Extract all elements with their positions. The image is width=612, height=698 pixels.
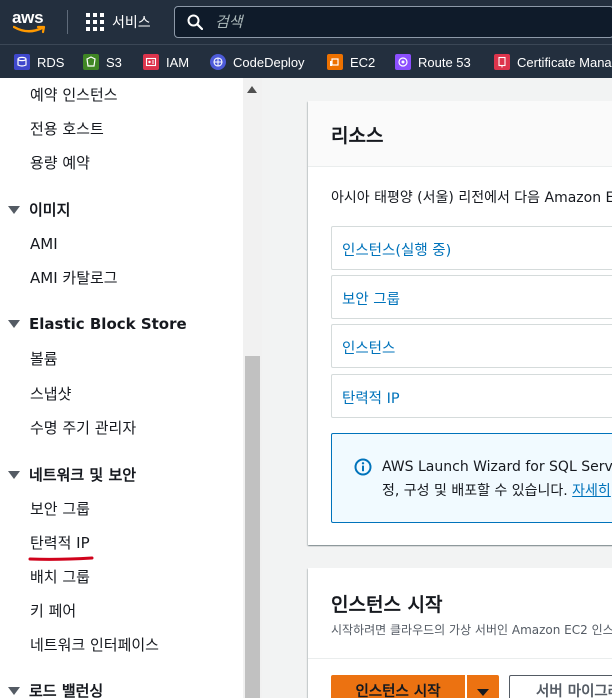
sidebar-scrollbar[interactable] [243, 78, 262, 698]
caret-down-icon [8, 470, 20, 479]
favorite-codedeploy[interactable]: CodeDeploy [210, 53, 305, 71]
favorite-iam[interactable]: IAM [143, 53, 189, 71]
rds-icon [14, 54, 30, 70]
sidebar-item-key-pairs[interactable]: 키 페어 [30, 600, 76, 621]
favorite-s3[interactable]: S3 [83, 53, 122, 71]
acm-icon [494, 54, 510, 70]
route53-icon [395, 54, 411, 70]
resources-description: 아시아 태평양 (서울) 리전에서 다음 Amazon EC2 리소스를 사용하… [331, 190, 612, 206]
search-input[interactable] [215, 11, 595, 33]
scrollbar-thumb[interactable] [245, 356, 260, 698]
favorite-rds[interactable]: RDS [14, 53, 64, 71]
codedeploy-icon [210, 54, 226, 70]
main-content: 리소스 아시아 태평양 (서울) 리전에서 다음 Amazon EC2 리소스를… [262, 78, 612, 698]
info-alert-text: AWS Launch Wizard for SQL Server를 사용하면 [382, 459, 612, 475]
caret-down-icon [8, 205, 20, 214]
sidebar-item-ami-catalog[interactable]: AMI 카탈로그 [30, 267, 118, 288]
search-icon [187, 14, 203, 30]
resource-link-running-instances[interactable]: 인스턴스(실행 중) [342, 239, 451, 260]
launch-instance-title: 인스턴스 시작 [331, 594, 443, 616]
favorite-certificate-manager[interactable]: Certificate Manager [494, 53, 612, 71]
sidebar-item-lifecycle-manager[interactable]: 수명 주기 관리자 [30, 417, 136, 438]
info-alert: AWS Launch Wizard for SQL Server를 사용하면 정… [331, 433, 612, 523]
sidebar-item-placement-groups[interactable]: 배치 그룹 [30, 566, 90, 587]
resources-panel-header: 리소스 [308, 101, 612, 167]
caret-down-icon [8, 320, 20, 328]
caret-down-icon [477, 689, 489, 696]
info-alert-text-2: 정, 구성 및 배포할 수 있습니다. 자세히 [382, 483, 611, 499]
sidebar-navigation: 예약 인스턴스 전용 호스트 용량 예약 이미지 AMI AMI 카탈로그 El… [0, 78, 262, 698]
resource-box-running-instances: 인스턴스(실행 중) [331, 226, 612, 270]
resource-box-instances: 인스턴스 [331, 324, 612, 368]
launch-instance-button[interactable]: 인스턴스 시작 [331, 675, 465, 698]
s3-icon [83, 54, 99, 70]
launch-instance-description: 시작하려면 클라우드의 가상 서버인 Amazon EC2 인스턴스를 시작하세… [331, 623, 612, 637]
nav-divider [67, 10, 68, 34]
resource-link-instances[interactable]: 인스턴스 [342, 337, 395, 358]
sidebar-section-ebs[interactable]: Elastic Block Store [8, 315, 187, 333]
top-navigation: aws 서비스 [0, 0, 612, 44]
favorites-bar: RDS S3 IAM CodeDeploy EC2 Route 53 Certi… [0, 44, 612, 78]
sidebar-item-capacity-reservations[interactable]: 용량 예약 [30, 152, 90, 173]
resource-link-security-groups[interactable]: 보안 그룹 [342, 288, 400, 309]
info-icon [354, 458, 372, 476]
sidebar-item-security-groups[interactable]: 보안 그룹 [30, 498, 90, 519]
info-learn-more-link[interactable]: 자세히 [572, 483, 611, 499]
aws-logo[interactable]: aws [12, 8, 52, 36]
favorite-ec2[interactable]: EC2 [327, 53, 375, 71]
resource-box-security-groups: 보안 그룹 [331, 275, 612, 319]
scroll-up-arrow-icon[interactable] [247, 86, 257, 93]
launch-instance-dropdown-button[interactable] [467, 675, 499, 698]
sidebar-item-dedicated-hosts[interactable]: 전용 호스트 [30, 118, 104, 139]
resource-box-elastic-ips: 탄력적 IP [331, 374, 612, 418]
sidebar-section-load-balancing[interactable]: 로드 밸런싱 [8, 680, 103, 698]
services-grid-icon [86, 13, 104, 31]
active-item-underline [28, 556, 94, 561]
aws-smile-icon [13, 25, 46, 34]
sidebar-item-reserved-instances[interactable]: 예약 인스턴스 [30, 84, 118, 105]
caret-down-icon [8, 686, 20, 695]
launch-instance-actions: 인스턴스 시작 서버 마이그레이션 [308, 658, 612, 698]
ec2-icon [327, 54, 343, 70]
search-box[interactable] [174, 6, 612, 38]
sidebar-item-ami[interactable]: AMI [30, 235, 58, 253]
services-label: 서비스 [112, 15, 151, 31]
favorite-route53[interactable]: Route 53 [395, 53, 471, 71]
iam-icon [143, 54, 159, 70]
resource-link-elastic-ips[interactable]: 탄력적 IP [342, 387, 400, 408]
sidebar-section-images[interactable]: 이미지 [8, 199, 70, 220]
sidebar-item-volumes[interactable]: 볼륨 [30, 348, 58, 369]
sidebar-item-elastic-ips[interactable]: 탄력적 IP [30, 532, 90, 553]
migrate-server-button[interactable]: 서버 마이그레이션 [509, 675, 612, 698]
resources-panel: 리소스 아시아 태평양 (서울) 리전에서 다음 Amazon EC2 리소스를… [308, 101, 612, 545]
sidebar-item-network-interfaces[interactable]: 네트워크 인터페이스 [30, 634, 159, 655]
services-menu-button[interactable]: 서비스 [86, 11, 151, 33]
sidebar-section-network-security[interactable]: 네트워크 및 보안 [8, 464, 136, 485]
sidebar-item-snapshots[interactable]: 스냅샷 [30, 383, 71, 404]
resources-title: 리소스 [331, 125, 384, 147]
launch-instance-panel: 인스턴스 시작 시작하려면 클라우드의 가상 서버인 Amazon EC2 인스… [308, 568, 612, 698]
